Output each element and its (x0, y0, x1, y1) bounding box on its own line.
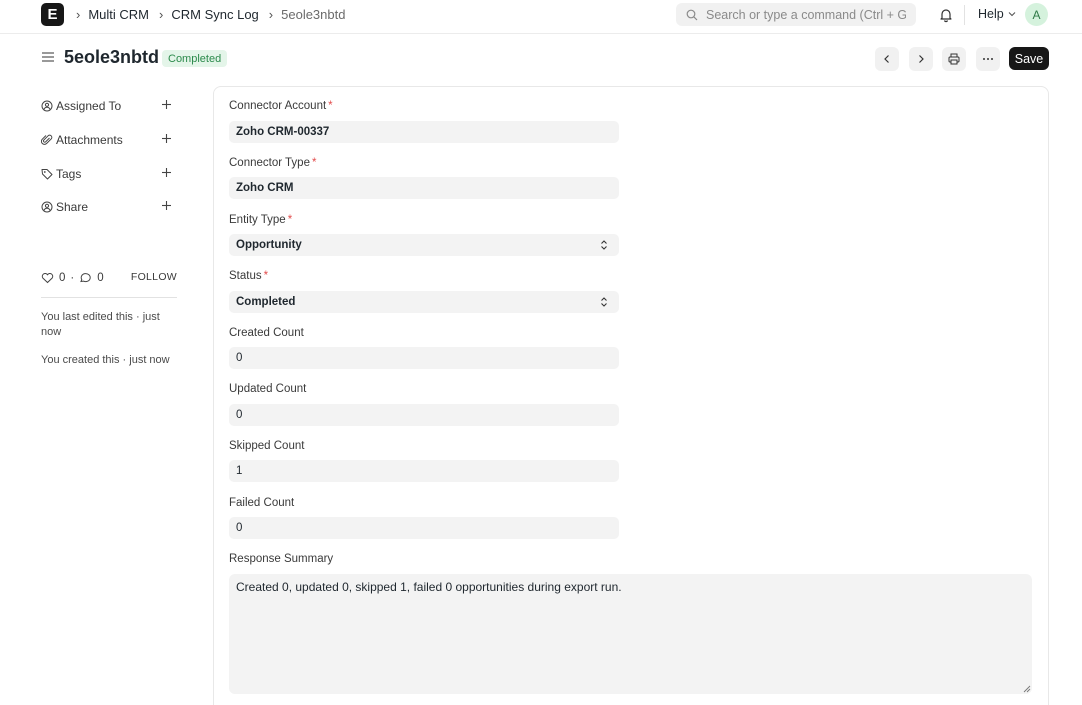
sidebar-item-label: Assigned To (56, 99, 122, 113)
page-title: 5eole3nbtd (64, 47, 160, 67)
search-icon (686, 9, 698, 20)
chevron-right-icon: › (268, 7, 274, 22)
avatar[interactable]: A (1025, 3, 1048, 26)
paperclip-icon (41, 134, 53, 145)
print-button[interactable] (942, 47, 966, 71)
sidebar-item-assigned-to[interactable]: Assigned To (41, 97, 176, 115)
failed-count-field[interactable]: 0 (229, 517, 619, 539)
dot-separator: · (70, 272, 75, 284)
navbar: E › Multi CRM › CRM Sync Log › 5eole3nbt… (0, 0, 1082, 34)
chevron-down-icon (1008, 12, 1016, 17)
status-select[interactable]: Completed (229, 291, 619, 313)
entity-type-label: Entity Type * (229, 214, 293, 226)
bell-icon[interactable] (938, 7, 954, 23)
required-marker: * (311, 157, 317, 169)
plus-icon[interactable] (161, 99, 172, 110)
sidebar-item-label: Tags (56, 167, 82, 181)
required-marker: * (287, 214, 293, 226)
breadcrumb: › Multi CRM › CRM Sync Log › 5eole3nbtd (76, 7, 355, 22)
required-marker: * (328, 100, 333, 112)
chevron-right-icon: › (159, 7, 164, 22)
resize-handle-icon[interactable] (1023, 685, 1031, 693)
entity-type-value: Opportunity (236, 239, 302, 251)
select-arrows-icon (601, 297, 607, 307)
user-add-icon (41, 100, 53, 112)
plus-icon[interactable] (161, 167, 172, 178)
more-actions-button[interactable] (976, 47, 1000, 71)
connector-type-label: Connector Type * (229, 157, 317, 169)
next-button[interactable] (909, 47, 933, 71)
share-user-icon (41, 201, 53, 213)
response-summary-text: Created 0, updated 0, skipped 1, failed … (236, 580, 622, 594)
help-dropdown[interactable]: Help (978, 7, 1016, 21)
sidebar-item-label: Share (56, 200, 89, 214)
status-label: Status * (229, 270, 269, 282)
response-summary-textarea[interactable]: Created 0, updated 0, skipped 1, failed … (229, 574, 1032, 694)
previous-button[interactable] (875, 47, 899, 71)
heart-icon[interactable] (41, 272, 54, 284)
skipped-count-field[interactable]: 1 (229, 460, 619, 482)
social-bar: 0 · 0 FOLLOW (41, 270, 177, 286)
skipped-count-label: Skipped Count (229, 440, 305, 452)
entity-type-select[interactable]: Opportunity (229, 234, 619, 256)
sidebar-item-label: Attachments (56, 133, 123, 147)
updated-count-field[interactable]: 0 (229, 404, 619, 426)
follow-button[interactable]: FOLLOW (131, 271, 177, 283)
save-button[interactable]: Save (1009, 47, 1049, 70)
breadcrumb-crm-sync-log[interactable]: CRM Sync Log (171, 7, 258, 22)
chevron-right-icon: › (76, 7, 81, 22)
like-count: 0 (59, 272, 66, 284)
failed-count-label: Failed Count (229, 497, 295, 509)
created-count-field[interactable]: 0 (229, 347, 619, 369)
sidebar-item-tags[interactable]: Tags (41, 165, 176, 183)
breadcrumb-multi-crm[interactable]: Multi CRM (88, 7, 149, 22)
chevron-right-icon (919, 55, 924, 63)
chevron-left-icon (884, 55, 889, 63)
response-summary-label: Response Summary (229, 553, 334, 565)
more-horizontal-icon (983, 58, 993, 60)
activity-last-edited: You last edited this · just now (41, 311, 160, 338)
required-marker: * (263, 270, 269, 282)
help-label: Help (978, 7, 1004, 21)
connector-account-field[interactable]: Zoho CRM-00337 (229, 121, 619, 143)
connector-account-label: Connector Account * (229, 100, 333, 112)
connector-type-field[interactable]: Zoho CRM (229, 177, 619, 199)
tag-icon (41, 169, 53, 180)
updated-count-label: Updated Count (229, 383, 307, 395)
search-bar[interactable] (676, 3, 916, 26)
breadcrumb-current[interactable]: 5eole3nbtd (281, 7, 345, 22)
select-arrows-icon (601, 240, 607, 250)
comment-icon[interactable] (79, 272, 92, 284)
plus-icon[interactable] (161, 200, 172, 211)
plus-icon[interactable] (161, 133, 172, 144)
created-count-label: Created Count (229, 327, 304, 339)
printer-icon (948, 53, 960, 65)
sidebar-item-share[interactable]: Share (41, 198, 176, 216)
status-badge: Completed (162, 50, 228, 67)
comment-count: 0 (97, 272, 104, 284)
status-value: Completed (236, 296, 296, 308)
app-logo[interactable]: E (41, 3, 64, 26)
sidebar-item-attachments[interactable]: Attachments (41, 131, 176, 149)
sidebar-divider (41, 297, 177, 298)
menu-icon[interactable] (41, 50, 55, 64)
navbar-divider (964, 5, 965, 25)
search-input[interactable] (706, 7, 906, 22)
activity-created: You created this · just now (41, 354, 170, 366)
